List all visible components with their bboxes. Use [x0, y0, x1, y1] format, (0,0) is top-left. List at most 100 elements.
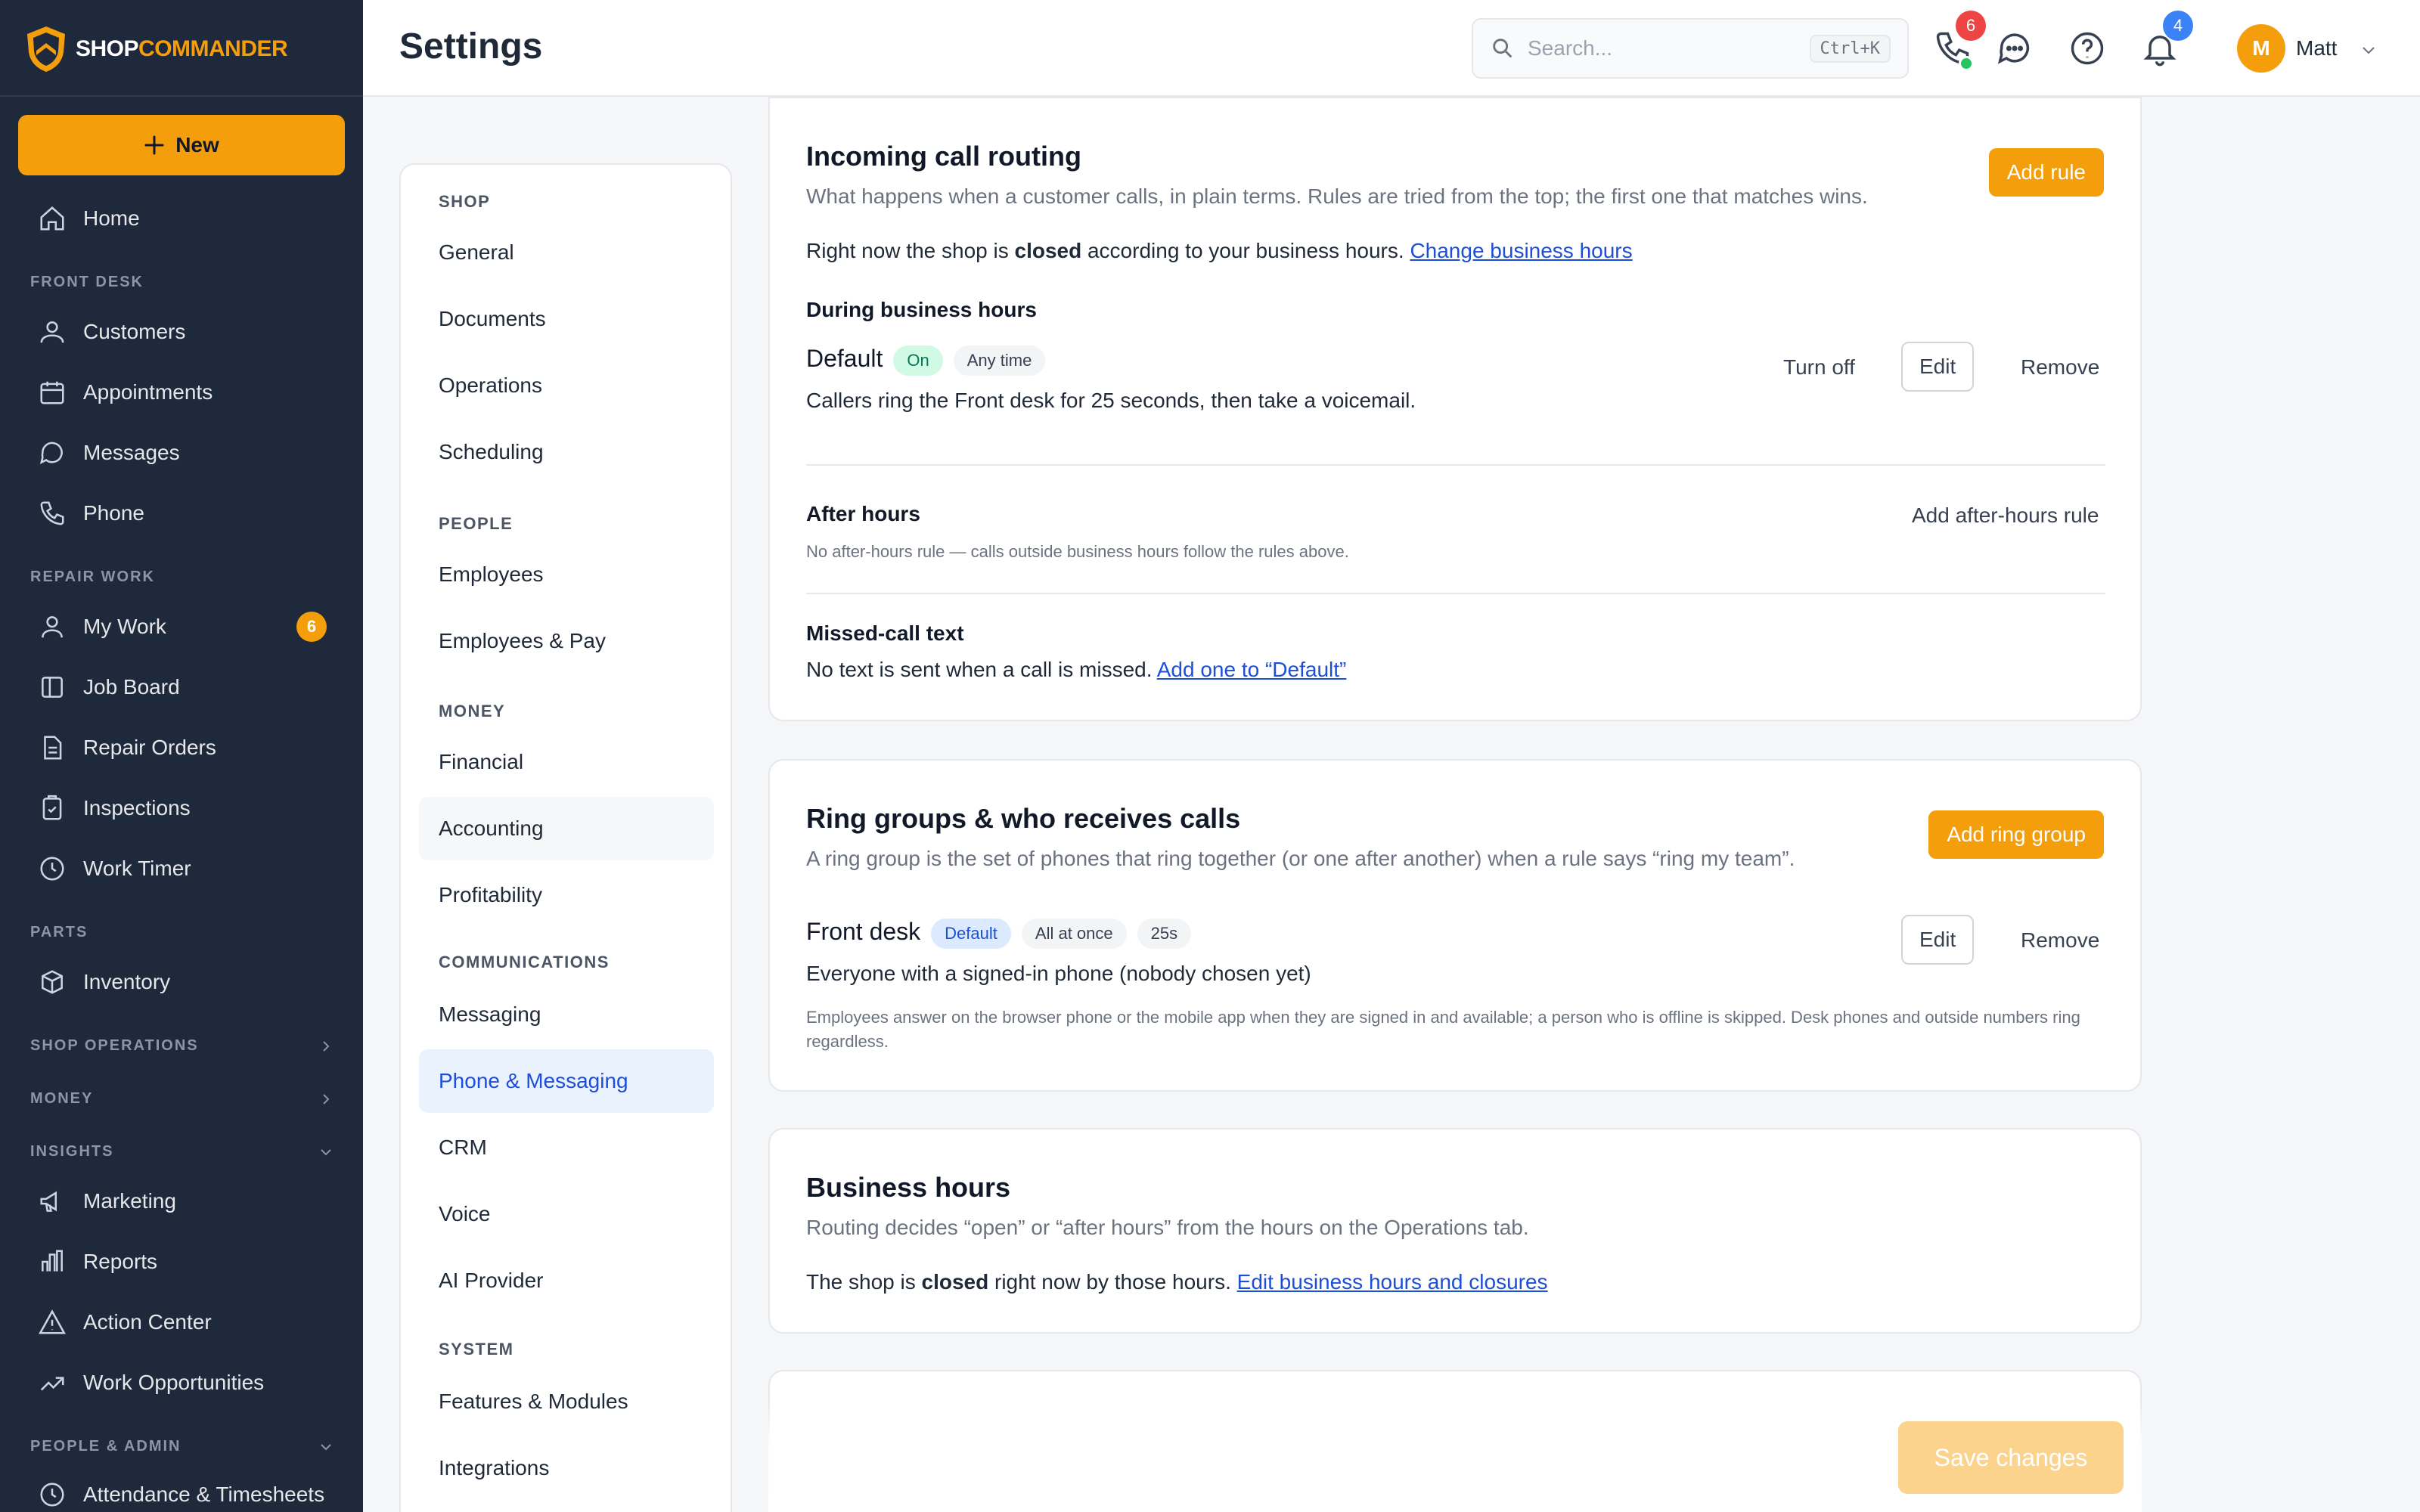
remove-rule-button[interactable]: Remove — [2004, 343, 2116, 392]
sidebar-item-attendance[interactable]: Attendance & Timesheets — [18, 1470, 345, 1512]
phone-button[interactable]: 6 — [1933, 11, 1986, 71]
sidebar-divider — [0, 95, 363, 97]
user-name[interactable]: Matt — [2296, 36, 2337, 60]
sidebar-item-my-work[interactable]: My Work 6 — [18, 602, 345, 652]
new-button[interactable]: New — [18, 115, 345, 175]
nav-section-shop: SHOP — [439, 192, 491, 211]
sidebar-item-job-board[interactable]: Job Board — [18, 662, 345, 712]
home-icon — [40, 206, 64, 231]
phone-count-badge: 6 — [1956, 11, 1986, 41]
brand-logo[interactable]: SHOPCOMMANDER — [24, 23, 288, 76]
user-icon — [42, 616, 63, 638]
add-after-hours-rule-button[interactable]: Add after-hours rule — [1895, 491, 2115, 540]
nav-item-accounting[interactable]: Accounting — [419, 797, 714, 860]
nav-item-employees-pay[interactable]: Employees & Pay — [419, 609, 714, 673]
nav-item-general[interactable]: General — [419, 221, 714, 284]
sidebar-section-people-admin[interactable]: PEOPLE & ADMIN — [30, 1438, 333, 1455]
chevron-down-icon[interactable] — [2360, 41, 2378, 59]
search-input[interactable]: Search... Ctrl+K — [1472, 18, 1909, 79]
after-hours-heading: After hours — [806, 502, 920, 525]
nav-item-profitability[interactable]: Profitability — [419, 863, 714, 927]
ring-group-note: Employees answer on the browser phone or… — [806, 1008, 2080, 1051]
sidebar-item-marketing[interactable]: Marketing — [18, 1176, 345, 1226]
add-missed-call-text-link[interactable]: Add one to “Default” — [1157, 658, 1347, 681]
edit-business-hours-link[interactable]: Edit business hours and closures — [1237, 1270, 1548, 1294]
section-label: PEOPLE & ADMIN — [30, 1438, 182, 1455]
online-status-dot — [1959, 56, 1974, 71]
nav-item-messaging[interactable]: Messaging — [419, 983, 714, 1046]
call-routing-card: Incoming call routing Add rule What happ… — [768, 97, 2142, 721]
nav-item-operations[interactable]: Operations — [419, 354, 714, 417]
sidebar-item-label: Repair Orders — [83, 736, 216, 759]
sidebar-item-home[interactable]: Home — [18, 194, 345, 243]
sidebar-item-appointments[interactable]: Appointments — [18, 367, 345, 417]
edit-ring-group-button[interactable]: Edit — [1901, 915, 1975, 965]
business-hours-status: The shop is closed right now by those ho… — [806, 1270, 1548, 1294]
brand-shop: SHOP — [76, 36, 139, 61]
sidebar-item-inventory[interactable]: Inventory — [18, 957, 345, 1007]
sidebar-section-money[interactable]: MONEY — [30, 1090, 333, 1108]
nav-item-documents[interactable]: Documents — [419, 287, 714, 351]
sidebar-item-messages[interactable]: Messages — [18, 428, 345, 478]
default-badge: Default — [931, 918, 1011, 949]
chat-button[interactable] — [1995, 29, 2034, 68]
top-bar: Settings Search... Ctrl+K 6 4 M Matt — [363, 0, 2420, 97]
sidebar-section-parts: PARTS — [30, 924, 333, 941]
notifications-button[interactable]: 4 — [2140, 11, 2193, 68]
during-hours-heading: During business hours — [806, 298, 1037, 321]
sidebar-section-shop-operations[interactable]: SHOP OPERATIONS — [30, 1037, 333, 1055]
chat-bubble-icon — [1997, 33, 2030, 64]
sidebar-item-label: Job Board — [83, 675, 180, 699]
save-changes-button[interactable]: Save changes — [1898, 1421, 2124, 1494]
nav-item-scheduling[interactable]: Scheduling — [419, 420, 714, 484]
sidebar-item-label: Attendance & Timesheets — [83, 1483, 325, 1506]
section-label: REPAIR WORK — [30, 569, 155, 585]
sidebar-item-customers[interactable]: Customers — [18, 307, 345, 357]
ring-time-badge: 25s — [1137, 918, 1192, 949]
rule-on-badge: On — [893, 345, 943, 376]
turn-off-button[interactable]: Turn off — [1767, 343, 1872, 392]
remove-ring-group-button[interactable]: Remove — [2004, 916, 2116, 965]
nav-item-crm[interactable]: CRM — [419, 1116, 714, 1179]
megaphone-icon — [40, 1191, 57, 1212]
change-business-hours-link[interactable]: Change business hours — [1410, 239, 1632, 262]
sidebar-item-label: Messages — [83, 441, 180, 464]
document-icon — [44, 736, 62, 760]
sidebar-item-repair-orders[interactable]: Repair Orders — [18, 723, 345, 773]
sidebar-item-work-timer[interactable]: Work Timer — [18, 844, 345, 894]
status-text: right now by those hours. — [988, 1270, 1237, 1294]
nav-item-features[interactable]: Features & Modules — [419, 1370, 714, 1433]
nav-item-integrations[interactable]: Integrations — [419, 1436, 714, 1500]
business-hours-description: Routing decides “open” or “after hours” … — [806, 1216, 1529, 1239]
nav-section-system: SYSTEM — [439, 1340, 514, 1359]
chevron-right-icon — [323, 1040, 330, 1052]
sidebar-item-action-center[interactable]: Action Center — [18, 1297, 345, 1347]
sidebar-item-label: Work Timer — [83, 857, 191, 880]
status-value: closed — [1014, 239, 1082, 262]
sidebar-item-inspections[interactable]: Inspections — [18, 783, 345, 833]
sidebar-item-phone[interactable]: Phone — [18, 488, 345, 538]
ring-group-name: Front desk — [806, 918, 921, 945]
add-ring-group-button[interactable]: Add ring group — [1928, 810, 2104, 859]
avatar[interactable]: M — [2237, 24, 2285, 73]
sidebar-item-label: Inspections — [83, 796, 191, 820]
sidebar-section-repair-work: REPAIR WORK — [30, 569, 333, 586]
my-work-count-badge: 6 — [296, 612, 327, 642]
sidebar-section-insights[interactable]: INSIGHTS — [30, 1143, 333, 1160]
nav-item-phone-messaging[interactable]: Phone & Messaging — [419, 1049, 714, 1113]
status-text: according to your business hours. — [1081, 239, 1410, 262]
nav-section-money: MONEY — [439, 702, 506, 720]
sidebar-item-work-opportunities[interactable]: Work Opportunities — [18, 1358, 345, 1408]
help-button[interactable] — [2068, 29, 2107, 68]
nav-item-ai-provider[interactable]: AI Provider — [419, 1249, 714, 1312]
edit-rule-button[interactable]: Edit — [1901, 342, 1975, 392]
nav-item-financial[interactable]: Financial — [419, 730, 714, 794]
chevron-right-icon — [323, 1093, 330, 1105]
nav-section-communications: COMMUNICATIONS — [439, 953, 610, 971]
nav-item-employees[interactable]: Employees — [419, 543, 714, 606]
sidebar-item-reports[interactable]: Reports — [18, 1237, 345, 1287]
add-rule-button[interactable]: Add rule — [1988, 148, 2104, 197]
nav-item-voice[interactable]: Voice — [419, 1182, 714, 1246]
call-routing-title: Incoming call routing — [806, 141, 1082, 172]
chevron-down-icon — [321, 1443, 331, 1450]
